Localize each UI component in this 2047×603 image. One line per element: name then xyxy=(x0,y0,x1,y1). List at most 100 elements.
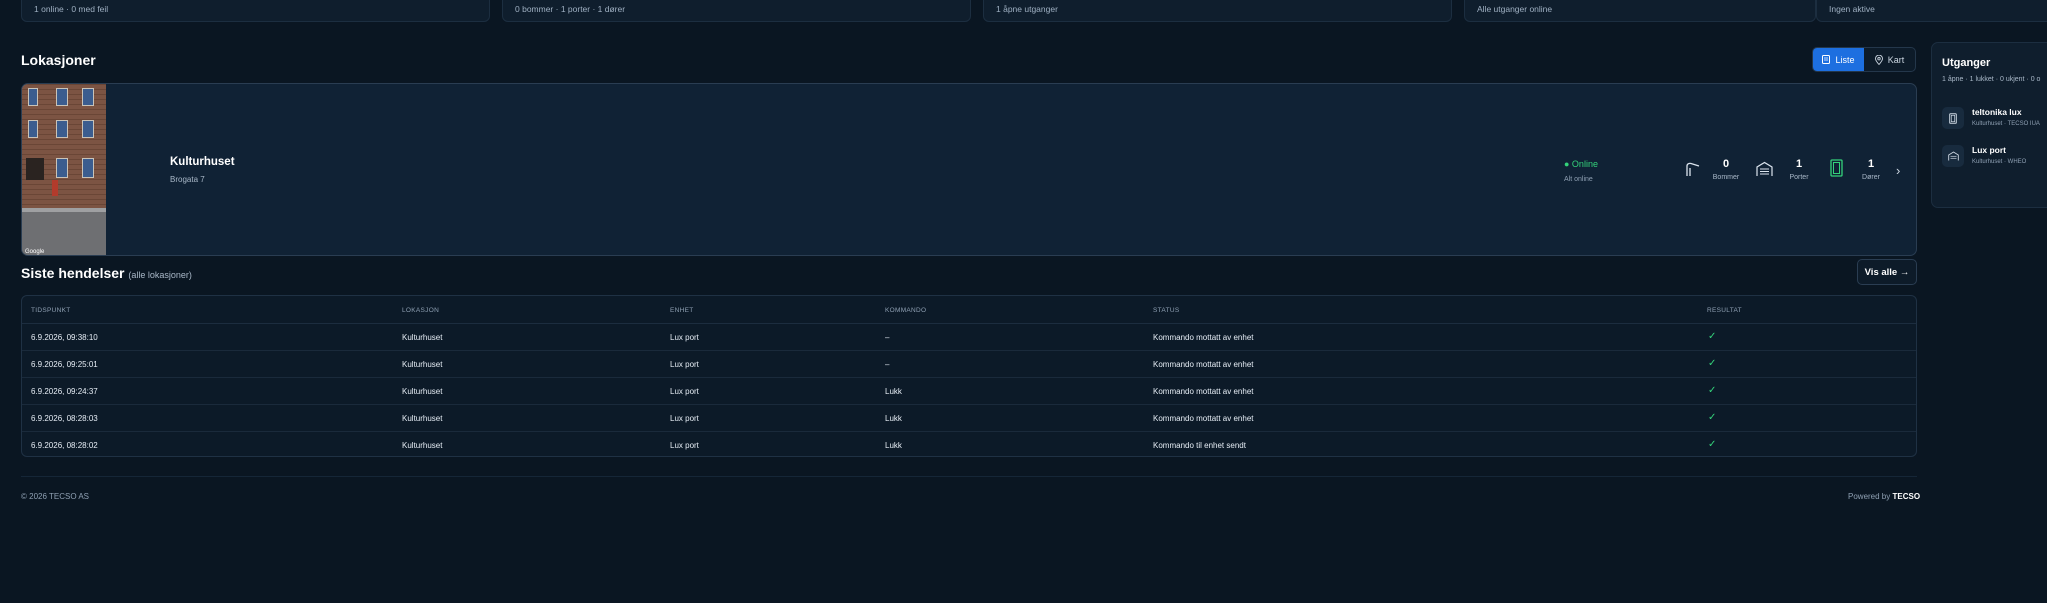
cell-status: Kommando til enhet sendt xyxy=(1153,441,1246,450)
events-subtitle: (alle lokasjoner) xyxy=(128,270,192,280)
exit-item[interactable]: teltonika lux Kulturhuset · TECSO IUA xyxy=(1942,105,2047,135)
cell-unit: Lux port xyxy=(670,333,699,342)
locations-title: Lokasjoner xyxy=(21,52,96,68)
metric-gates: 1 Porter xyxy=(1783,158,1815,181)
check-icon: ✓ xyxy=(1708,331,1717,342)
powered-prefix: Powered by xyxy=(1848,492,1891,501)
table-row[interactable]: 6.9.2026, 09:25:01 Kulturhuset Lux port … xyxy=(22,351,1916,378)
footer-copyright: © 2026 TECSO AS xyxy=(21,492,90,501)
cell-unit: Lux port xyxy=(670,441,699,450)
footer-divider xyxy=(21,476,1917,477)
chevron-right-icon[interactable]: › xyxy=(1896,163,1900,178)
events-title: Siste hendelser xyxy=(21,265,125,281)
exit-name: Lux port xyxy=(1972,145,2006,155)
col-command: KOMMANDO xyxy=(885,307,927,314)
cell-time: 6.9.2026, 08:28:03 xyxy=(31,414,98,423)
stat-text: Ingen aktive xyxy=(1829,4,1875,14)
exit-sub: Kulturhuset · WHEO xyxy=(1972,159,2027,165)
garage-icon xyxy=(1756,161,1773,176)
metric-barriers-value: 0 xyxy=(1722,158,1730,170)
cell-unit: Lux port xyxy=(670,414,699,423)
table-row[interactable]: 6.9.2026, 09:24:37 Kulturhuset Lux port … xyxy=(22,378,1916,405)
list-view-label: Liste xyxy=(1835,54,1855,65)
stat-card-online: 1 online · 0 med feil xyxy=(21,0,490,22)
powered-brand: TECSO xyxy=(1892,492,1921,501)
cell-status: Kommando mottatt av enhet xyxy=(1153,360,1254,369)
cell-unit: Lux port xyxy=(670,360,699,369)
stat-text: 1 online · 0 med feil xyxy=(34,4,109,14)
cell-unit: Lux port xyxy=(670,387,699,396)
door-icon xyxy=(1830,159,1843,177)
cell-command: Lukk xyxy=(885,387,902,396)
events-title-wrap: Siste hendelser (alle lokasjoner) xyxy=(21,265,192,281)
location-card[interactable]: Google Kulturhuset Brogata 7 ● Online Al… xyxy=(21,83,1917,256)
cell-command: Lukk xyxy=(885,414,902,423)
location-photo: Google xyxy=(22,84,106,255)
location-address: Brogata 7 xyxy=(170,175,205,184)
garage-icon xyxy=(1942,145,1964,167)
view-all-button[interactable]: Vis alle → xyxy=(1857,259,1917,285)
view-toggle: Liste Kart xyxy=(1812,47,1916,72)
col-status: STATUS xyxy=(1153,307,1180,314)
cell-status: Kommando mottatt av enhet xyxy=(1153,387,1254,396)
stat-text: 0 bommer · 1 porter · 1 dører xyxy=(515,4,626,14)
cell-status: Kommando mottatt av enhet xyxy=(1153,333,1254,342)
metric-doors: 1 Dører xyxy=(1855,158,1887,181)
cell-location: Kulturhuset xyxy=(402,441,443,450)
col-unit: ENHET xyxy=(670,307,694,314)
list-view-button[interactable]: Liste xyxy=(1813,48,1864,71)
cell-command: – xyxy=(885,360,890,369)
cell-location: Kulturhuset xyxy=(402,360,443,369)
map-pin-icon xyxy=(1874,54,1883,65)
exits-subtitle: 1 åpne · 1 lukket · 0 ukjent · 0 o xyxy=(1942,76,2041,83)
stat-card-open-exits: 1 åpne utganger xyxy=(983,0,1452,22)
footer-powered: Powered by TECSO xyxy=(1848,492,1920,501)
metric-doors-value: 1 xyxy=(1867,158,1875,170)
metric-doors-label: Dører xyxy=(1862,174,1880,181)
check-icon: ✓ xyxy=(1708,385,1717,396)
map-view-button[interactable]: Kart xyxy=(1864,48,1915,71)
cell-status: Kommando mottatt av enhet xyxy=(1153,414,1254,423)
exits-title: Utganger xyxy=(1942,57,1991,69)
col-time: TIDSPUNKT xyxy=(31,307,71,314)
barrier-icon xyxy=(1686,162,1700,176)
photo-credit: Google xyxy=(25,249,45,255)
cell-command: Lukk xyxy=(885,441,902,450)
stat-text: Alle utganger online xyxy=(1477,4,1553,14)
cell-location: Kulturhuset xyxy=(402,414,443,423)
cell-time: 6.9.2026, 09:25:01 xyxy=(31,360,98,369)
table-row[interactable]: 6.9.2026, 08:28:03 Kulturhuset Lux port … xyxy=(22,405,1916,432)
cell-command: – xyxy=(885,333,890,342)
table-row[interactable]: 6.9.2026, 09:38:10 Kulturhuset Lux port … xyxy=(22,324,1916,351)
col-result: RESULTAT xyxy=(1707,307,1742,314)
col-location: LOKASJON xyxy=(402,307,440,314)
online-status: ● Online xyxy=(1564,159,1598,169)
stat-card-exits-online: Alle utganger online xyxy=(1464,0,1816,22)
cell-location: Kulturhuset xyxy=(402,333,443,342)
online-status-sub: Alt online xyxy=(1564,176,1593,183)
cell-location: Kulturhuset xyxy=(402,387,443,396)
metric-barriers-label: Bommer xyxy=(1712,174,1740,181)
exit-sub: Kulturhuset · TECSO IUA xyxy=(1972,121,2040,127)
cell-time: 6.9.2026, 09:24:37 xyxy=(31,387,98,396)
metric-gates-value: 1 xyxy=(1795,158,1803,170)
cell-time: 6.9.2026, 08:28:02 xyxy=(31,441,98,450)
exit-item[interactable]: Lux port Kulturhuset · WHEO xyxy=(1942,143,2047,173)
table-row[interactable]: 6.9.2026, 08:28:02 Kulturhuset Lux port … xyxy=(22,432,1916,456)
stat-text: 1 åpne utganger xyxy=(996,4,1058,14)
table-header: TIDSPUNKT LOKASJON ENHET KOMMANDO STATUS… xyxy=(22,296,1916,324)
location-name: Kulturhuset xyxy=(170,156,235,168)
check-icon: ✓ xyxy=(1708,358,1717,369)
check-icon: ✓ xyxy=(1708,412,1717,423)
metric-gates-label: Porter xyxy=(1789,174,1809,181)
metric-barriers: 0 Bommer xyxy=(1710,158,1742,181)
map-view-label: Kart xyxy=(1887,54,1905,65)
check-icon: ✓ xyxy=(1708,439,1717,450)
list-icon xyxy=(1822,55,1831,64)
door-icon xyxy=(1942,107,1964,129)
stat-card-alarms: Ingen aktive xyxy=(1816,0,2047,22)
events-table: TIDSPUNKT LOKASJON ENHET KOMMANDO STATUS… xyxy=(21,295,1917,457)
cell-time: 6.9.2026, 09:38:10 xyxy=(31,333,98,342)
exits-panel: Utganger 1 åpne · 1 lukket · 0 ukjent · … xyxy=(1931,42,2047,208)
exit-name: teltonika lux xyxy=(1972,107,2022,117)
